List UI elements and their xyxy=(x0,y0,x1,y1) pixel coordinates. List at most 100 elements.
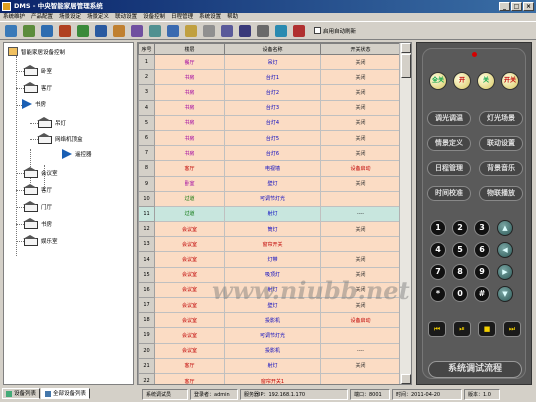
on-button[interactable]: 开 xyxy=(453,72,471,90)
column-header[interactable]: 楼层 xyxy=(154,43,225,55)
iot-play-button[interactable]: 物联播放 xyxy=(479,186,523,201)
lamp-button[interactable] xyxy=(110,23,127,39)
time-sync-button[interactable]: 时间校准 xyxy=(427,186,471,201)
menu-item[interactable]: 设备控制 xyxy=(143,13,165,21)
maximize-button[interactable]: □ xyxy=(511,2,522,11)
table-row[interactable]: 1 餐厅 吊灯 关闭 xyxy=(138,53,401,71)
tree-node-hallway[interactable]: 门厅 xyxy=(22,201,52,212)
key-0-button[interactable]: 0 xyxy=(452,286,468,302)
table-row[interactable]: 5 书房 台灯4 关闭 xyxy=(138,114,401,131)
table-row[interactable]: 21 客厅 射灯 关闭 xyxy=(138,357,401,374)
auto-refresh-checkbox[interactable]: 启用自动刷新 xyxy=(314,27,356,35)
chart-button[interactable] xyxy=(56,23,73,39)
system-debug-button[interactable]: 系统调试流程 xyxy=(428,361,522,378)
music-button[interactable]: 背景音乐 xyxy=(479,161,523,176)
table-row[interactable]: 4 书房 台灯3 关闭 xyxy=(138,99,401,116)
tree-node-remote[interactable]: 遥控器 xyxy=(62,149,92,159)
table-row[interactable]: 15 会议室 吸顶灯 关闭 xyxy=(138,266,401,283)
menu-item[interactable]: 产品配置 xyxy=(31,13,53,21)
scroll-up-button[interactable] xyxy=(401,43,411,53)
grid-scrollbar[interactable] xyxy=(399,43,411,384)
tree-root[interactable]: 智能家居设备控制 xyxy=(8,47,65,56)
menu-item[interactable]: 系统设置 xyxy=(199,13,221,21)
schedule-button[interactable]: 日程管理 xyxy=(427,161,471,176)
table-row[interactable]: 7 书房 台灯6 关闭 xyxy=(138,145,401,162)
minimize-button[interactable]: _ xyxy=(499,2,510,11)
computer-button[interactable] xyxy=(236,23,253,39)
light-scene-button[interactable]: 灯光场景 xyxy=(479,111,523,126)
key-3-button[interactable]: 3 xyxy=(474,220,490,236)
key-2-button[interactable]: 2 xyxy=(452,220,468,236)
key-7-button[interactable]: 7 xyxy=(430,264,446,280)
table-row[interactable]: 12 会议室 筒灯 关闭 xyxy=(138,221,401,238)
table-row[interactable]: 3 书房 台灯2 关闭 xyxy=(138,84,401,101)
next-button[interactable]: ⏭ xyxy=(503,321,521,337)
scroll-thumb[interactable] xyxy=(401,54,411,78)
tree-node-bedroom[interactable]: 卧室 xyxy=(22,65,52,76)
tree-button[interactable] xyxy=(74,23,91,39)
key-9-button[interactable]: 9 xyxy=(474,264,490,280)
search-button[interactable] xyxy=(38,23,55,39)
play-pause-button[interactable]: ⏯ xyxy=(453,321,471,337)
table-row[interactable]: 10 过道 可调节灯光 xyxy=(138,190,401,207)
key-8-button[interactable]: 8 xyxy=(452,264,468,280)
key-5-button[interactable]: 5 xyxy=(452,242,468,258)
remote-button[interactable] xyxy=(254,23,271,39)
tree-node-living[interactable]: 客厅 xyxy=(22,82,52,93)
off-button[interactable]: 关 xyxy=(477,72,495,90)
key-star-button[interactable]: * xyxy=(430,286,446,302)
key-hash-button[interactable]: # xyxy=(474,286,490,302)
tree-node-pendant-light[interactable]: 吊灯 xyxy=(36,117,66,128)
settings-button[interactable] xyxy=(92,23,109,39)
scroll-down-button[interactable] xyxy=(401,374,411,384)
table-row[interactable]: 16 会议室 射灯 关闭 xyxy=(138,281,401,299)
gear-button[interactable] xyxy=(146,23,163,39)
tree-node-study-2[interactable]: 书房 xyxy=(22,218,52,229)
key-1-button[interactable]: 1 xyxy=(430,220,446,236)
all-off-button[interactable]: 全关 xyxy=(429,72,447,90)
column-header[interactable]: 开关状态 xyxy=(320,43,401,55)
folder-button[interactable] xyxy=(200,23,217,39)
previous-button[interactable]: ⏮ xyxy=(428,321,446,337)
table-row[interactable]: 22 客厅 窗帘开关1 xyxy=(138,372,401,384)
menu-item[interactable]: 场景设定 xyxy=(59,13,81,21)
tree-node-study[interactable]: 书房 xyxy=(22,99,46,109)
network-button[interactable] xyxy=(164,23,181,39)
table-row[interactable]: 13 会议室 窗帘开关 xyxy=(138,236,401,253)
tab-device-list[interactable]: 设备列表 xyxy=(2,388,41,399)
table-row[interactable]: 6 书房 台灯5 关闭 xyxy=(138,129,401,147)
column-header[interactable]: 设备名称 xyxy=(224,43,321,55)
key-4-button[interactable]: 4 xyxy=(430,242,446,258)
right-arrow-button[interactable]: ▶ xyxy=(497,264,513,280)
tree-node-set-top-box[interactable]: 网络机顶盒 xyxy=(36,133,83,144)
tree-node-meeting-room[interactable]: 会议室 xyxy=(22,167,58,178)
menu-item[interactable]: 帮助 xyxy=(227,13,238,21)
exit-button[interactable] xyxy=(290,23,307,39)
table-row[interactable]: 19 会议室 可调节灯光 xyxy=(138,327,401,344)
home-button[interactable] xyxy=(182,23,199,39)
left-arrow-button[interactable]: ◀ xyxy=(497,242,513,258)
window-button[interactable] xyxy=(218,23,235,39)
table-row[interactable]: 14 会议室 灯带 关闭 xyxy=(138,251,401,268)
up-arrow-button[interactable]: ▲ xyxy=(497,220,513,236)
checkbox-box[interactable] xyxy=(314,27,321,34)
print-button[interactable] xyxy=(20,23,37,39)
help-button[interactable] xyxy=(272,23,289,39)
table-row[interactable]: 8 客厅 电视墙 设备启动 xyxy=(138,160,401,177)
toggle-button[interactable]: 开关 xyxy=(501,72,519,90)
table-row[interactable]: 18 会议室 投影机 设备启动 xyxy=(138,312,401,329)
menu-item[interactable]: 日程管理 xyxy=(171,13,193,21)
close-button[interactable]: × xyxy=(523,2,534,11)
table-row[interactable]: 17 会议室 壁灯 关闭 xyxy=(138,296,401,314)
menu-item[interactable]: 联动设置 xyxy=(115,13,137,21)
key-6-button[interactable]: 6 xyxy=(474,242,490,258)
scene-define-button[interactable]: 情景定义 xyxy=(427,136,471,151)
down-arrow-button[interactable]: ▼ xyxy=(497,286,513,302)
tree-node-entertainment[interactable]: 娱乐室 xyxy=(22,235,58,246)
table-row[interactable]: 20 会议室 投影机 ---- xyxy=(138,342,401,359)
music-button[interactable] xyxy=(128,23,145,39)
menu-item[interactable]: 场景定义 xyxy=(87,13,109,21)
tab-all-devices[interactable]: 全部设备列表 xyxy=(41,388,91,399)
table-row[interactable]: 9 卧室 壁灯 关闭 xyxy=(138,175,401,192)
table-row[interactable]: 2 书房 台灯1 关闭 xyxy=(138,69,401,86)
